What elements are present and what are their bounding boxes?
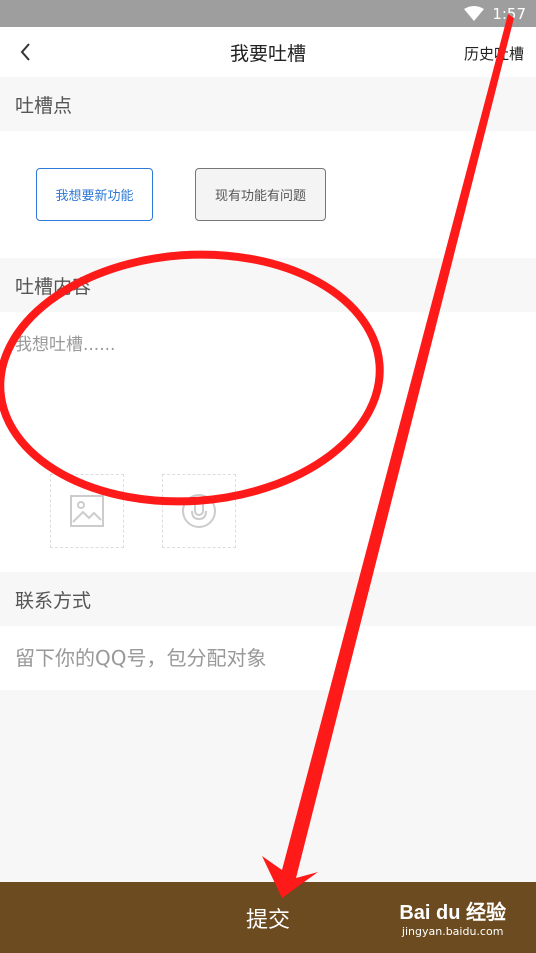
content-panel[interactable]: 我想吐槽...... [0,312,536,572]
header: 我要吐槽 历史吐槽 [0,27,536,77]
add-image-button[interactable] [50,474,124,548]
watermark: Bai du 经验 jingyan.baidu.com [399,896,506,938]
section-label-point: 吐槽点 [0,77,536,131]
chevron-left-icon[interactable] [14,39,38,65]
status-bar: 1:57 [0,0,536,27]
wifi-icon [464,5,485,21]
page-title: 我要吐槽 [229,42,306,65]
submit-button[interactable]: 提交 Bai du 经验 jingyan.baidu.com [0,882,536,953]
section-label-contact: 联系方式 [0,572,536,626]
option-feature-problem[interactable]: 现有功能有问题 [195,168,326,221]
option-new-feature[interactable]: 我想要新功能 [36,168,153,221]
microphone-icon [182,494,216,528]
content-textarea[interactable]: 我想吐槽...... [15,330,115,355]
point-panel: 我想要新功能 现有功能有问题 [0,131,536,258]
image-icon [70,495,104,527]
watermark-logo: Bai du 经验 [399,902,506,924]
feedback-page: 1:57 我要吐槽 历史吐槽 吐槽点 我想要新功能 现有功能有问题 吐槽内容 我… [0,0,536,953]
section-label-content: 吐槽内容 [0,258,536,312]
contact-input[interactable]: 留下你的QQ号，包分配对象 [15,642,266,671]
submit-label: 提交 [245,907,290,933]
history-link[interactable]: 历史吐槽 [464,43,524,64]
add-voice-button[interactable] [162,474,236,548]
contact-panel[interactable]: 留下你的QQ号，包分配对象 [0,626,536,690]
status-time: 1:57 [492,4,526,23]
watermark-url: jingyan.baidu.com [401,925,504,938]
